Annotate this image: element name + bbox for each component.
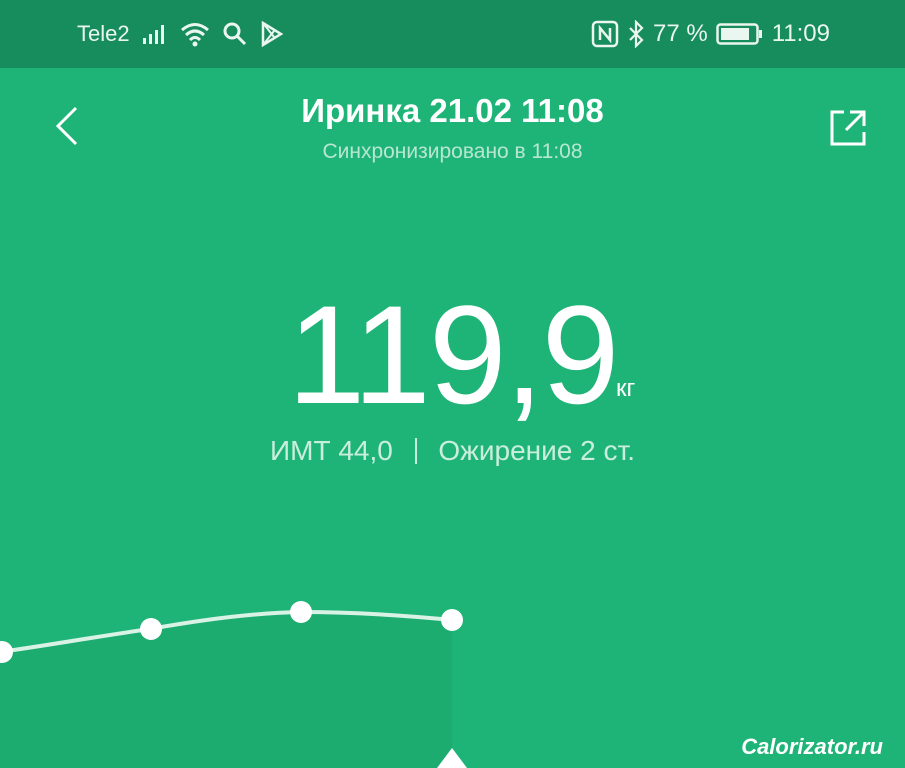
page-title: Иринка 21.02 11:08 [301, 92, 604, 129]
bmi-category: Ожирение 2 ст. [438, 435, 635, 466]
weight-value: 119,9 [287, 276, 620, 433]
carrier-name: Tele2 [77, 21, 130, 46]
bmi-row: ИМТ 44,0 Ожирение 2 ст. [0, 435, 905, 467]
share-button[interactable] [826, 106, 870, 150]
battery-icon [715, 22, 764, 46]
share-icon [826, 106, 870, 150]
chart-point [140, 618, 162, 640]
clock: 11:09 [771, 20, 830, 47]
sync-status: Синхронизировано в 11:08 [322, 140, 583, 163]
status-bar: Tele2 77 % 11:09 [0, 0, 905, 68]
play-store-icon [260, 21, 284, 47]
status-right: 77 % 11:09 [591, 20, 830, 48]
bmi-value: ИМТ 44,0 [270, 435, 393, 466]
watermark: Calorizator.ru [741, 734, 883, 759]
battery-percent: 77 % [653, 20, 708, 47]
status-left: Tele2 [77, 20, 284, 48]
chart-point [290, 601, 312, 623]
signal-icon [142, 22, 168, 46]
weight-unit: кг [616, 375, 636, 402]
nfc-icon [591, 20, 619, 48]
bluetooth-icon [627, 20, 645, 48]
header: Иринка 21.02 11:08 Синхронизировано в 11… [0, 68, 905, 188]
chart-point [441, 609, 463, 631]
wifi-icon [180, 21, 210, 47]
weight-block: 119,9 кг [0, 275, 905, 435]
chart-area [0, 612, 452, 768]
search-icon [222, 21, 248, 47]
divider [414, 438, 417, 464]
